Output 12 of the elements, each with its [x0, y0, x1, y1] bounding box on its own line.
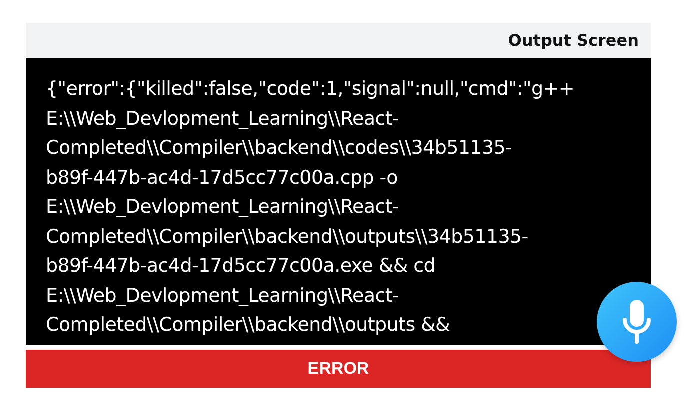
output-text-line: E:\\Web_Devlopment_Learning\\React- — [46, 284, 400, 308]
output-text-line: {"error":{"killed":false,"code":1,"signal":null,"cmd":"g++ — [46, 77, 574, 102]
microphone-icon — [622, 300, 652, 344]
output-text-line: E:\\Web_Devlopment_Learning\\React- — [46, 106, 400, 132]
output-text-line: b89f-447b-ac4d-17d5cc77c00a.cpp -o — [46, 166, 398, 190]
output-text-line: b89f-447b-ac4d-17d5cc77c00a.exe && cd — [46, 254, 436, 279]
output-text-line: Completed\\Compiler\\backend\\outputs\\34b51135- — [46, 224, 528, 250]
output-title: Output Screen — [508, 31, 639, 50]
output-text-line: Completed\\Compiler\\backend\\outputs && — [46, 313, 450, 338]
output-text-line: E:\\Web_Devlopment_Learning\\React- — [46, 195, 400, 220]
output-text-line: Completed\\Compiler\\backend\\codes\\34b51135- — [46, 136, 512, 161]
status-label: ERROR — [308, 359, 370, 379]
